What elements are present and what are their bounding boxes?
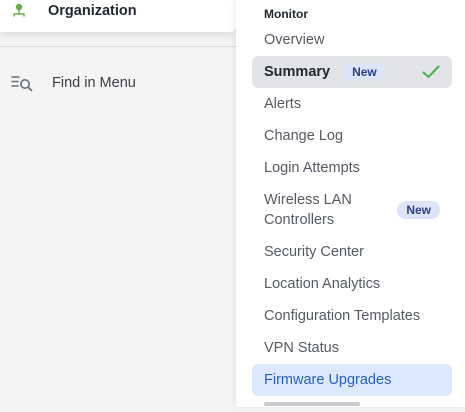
organization-header[interactable]: Organization (0, 0, 236, 32)
menu-item-label: Firmware Upgrades (264, 372, 392, 388)
menu-item-cut-off (264, 400, 384, 412)
menu-item-label: Login Attempts (264, 160, 360, 176)
menu-item-overview[interactable]: Overview (252, 28, 452, 52)
menu-item-alerts[interactable]: Alerts (252, 92, 452, 116)
organization-title: Organization (48, 3, 137, 19)
find-in-menu-button[interactable]: Find in Menu (10, 70, 210, 96)
menu-item-label: Security Center (264, 244, 364, 260)
checkmark-icon (422, 65, 440, 78)
new-badge: New (397, 201, 440, 219)
left-panel: Organization Find in Menu (0, 0, 236, 407)
menu-item-label: Overview (264, 32, 325, 48)
menu-item-label: Location Analytics (264, 276, 381, 292)
menu-item-label: Wireless LAN Controllers (264, 190, 397, 230)
menu-item-summary[interactable]: Summary New (252, 56, 452, 88)
new-badge: New (343, 63, 386, 81)
menu-item-label: Change Log (264, 128, 344, 144)
menu-item-label: Alerts (264, 96, 302, 112)
menu-item-label: Summary (264, 64, 331, 80)
menu-item-change-log[interactable]: Change Log (252, 124, 452, 148)
monitor-menu: Monitor Overview Summary New Alerts Chan… (236, 0, 465, 407)
menu-search-icon (11, 76, 33, 92)
menu-item-configuration-templates[interactable]: Configuration Templates (252, 304, 452, 328)
menu-item-label-line2: Controllers (264, 212, 335, 228)
section-title: Monitor (264, 7, 308, 21)
menu-item-security-center[interactable]: Security Center (252, 240, 452, 264)
organization-icon (13, 3, 25, 17)
find-in-menu-label: Find in Menu (52, 75, 136, 91)
menu-item-firmware-upgrades[interactable]: Firmware Upgrades (252, 364, 452, 396)
menu-item-label-line1: Wireless LAN (264, 192, 352, 208)
menu-item-wireless-lan-controllers[interactable]: Wireless LAN Controllers New (252, 188, 452, 232)
menu-item-vpn-status[interactable]: VPN Status (252, 336, 452, 360)
menu-item-label: Configuration Templates (264, 308, 421, 324)
menu-item-location-analytics[interactable]: Location Analytics (252, 272, 452, 296)
menu-item-label: VPN Status (264, 340, 339, 356)
divider (0, 46, 236, 47)
menu-item-login-attempts[interactable]: Login Attempts (252, 156, 452, 180)
